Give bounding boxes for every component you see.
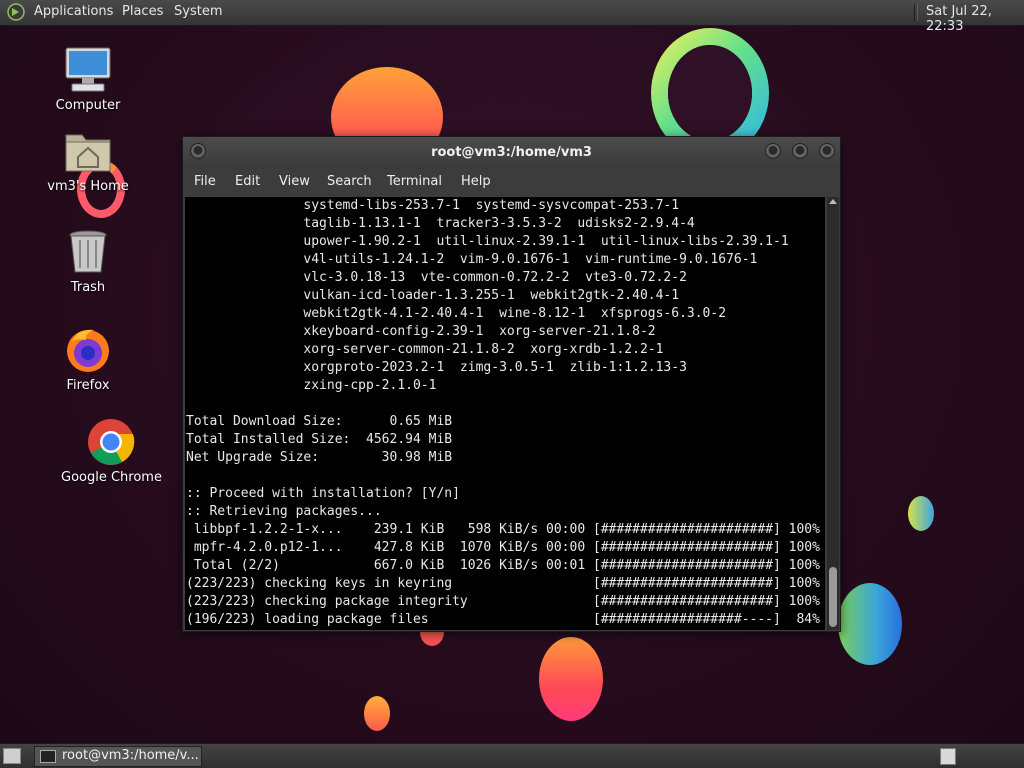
- terminal-line: xorgproto-2023.2-1 zimg-3.0.5-1 zlib-1:1…: [186, 360, 687, 375]
- terminal-menubar: File Edit View Search Terminal Help: [183, 169, 840, 197]
- terminal-icon: [40, 750, 56, 763]
- close-icon[interactable]: [819, 143, 835, 159]
- wallpaper-ring-hole: [668, 45, 752, 141]
- wallpaper-small-orange-blob: [364, 696, 390, 731]
- chrome-icon: [87, 418, 135, 466]
- terminal-line: taglib-1.13.1-1 tracker3-3.5.3-2 udisks2…: [186, 216, 695, 231]
- wallpaper-blue-blob: [838, 583, 902, 665]
- wallpaper-small-blue-blob: [908, 496, 934, 531]
- mate-logo-icon[interactable]: [7, 3, 25, 21]
- terminal-line: vlc-3.0.18-13 vte-common-0.72.2-2 vte3-0…: [186, 270, 687, 285]
- terminal-line: Net Upgrade Size: 30.98 MiB: [186, 450, 453, 465]
- menu-help[interactable]: Help: [461, 174, 491, 189]
- terminal-line: Total Installed Size: 4562.94 MiB: [186, 432, 453, 447]
- terminal-line: libbpf-1.2.2-1-x... 239.1 KiB 598 KiB/s …: [186, 522, 820, 537]
- places-menu[interactable]: Places: [122, 4, 163, 19]
- desktop-icon-label: Firefox: [66, 378, 110, 393]
- firefox-icon: [64, 326, 112, 374]
- terminal-scrollbar[interactable]: [827, 197, 839, 630]
- desktop-icon-home[interactable]: vm3's Home: [38, 127, 138, 194]
- terminal-line: Total Download Size: 0.65 MiB: [186, 414, 453, 429]
- terminal-line: xorg-server-common-21.1.8-2 xorg-xrdb-1.…: [186, 342, 664, 357]
- desktop-icon-chrome[interactable]: Google Chrome: [61, 418, 162, 485]
- terminal-line: (223/223) checking package integrity [##…: [186, 594, 820, 609]
- desktop-icon-computer[interactable]: Computer: [38, 46, 138, 113]
- desktop-icon-trash[interactable]: Trash: [38, 228, 138, 295]
- terminal-line: :: Retrieving packages...: [186, 504, 382, 519]
- terminal-line: systemd-libs-253.7-1 systemd-sysvcompat-…: [186, 198, 680, 213]
- scroll-up-arrow-icon[interactable]: [829, 199, 837, 204]
- menu-search[interactable]: Search: [327, 174, 372, 189]
- terminal-line: mpfr-4.2.0.p12-1... 427.8 KiB 1070 KiB/s…: [186, 540, 820, 555]
- terminal-titlebar[interactable]: root@vm3:/home/vm3: [183, 137, 840, 169]
- top-panel: Applications Places System Sat Jul 22, 2…: [0, 0, 1024, 34]
- menu-terminal[interactable]: Terminal: [387, 174, 442, 189]
- desktop-icon-label: vm3's Home: [47, 179, 129, 194]
- terminal-line: upower-1.90.2-1 util-linux-2.39.1-1 util…: [186, 234, 789, 249]
- terminal-line: :: Proceed with installation? [Y/n]: [186, 486, 460, 501]
- terminal-line: vulkan-icd-loader-1.3.255-1 webkit2gtk-2…: [186, 288, 680, 303]
- show-desktop-button[interactable]: [3, 748, 21, 764]
- menu-view[interactable]: View: [279, 174, 310, 189]
- terminal-line: (223/223) checking keys in keyring [####…: [186, 576, 820, 591]
- terminal-line: Total (2/2) 667.0 KiB 1026 KiB/s 00:01 […: [186, 558, 820, 573]
- terminal-title: root@vm3:/home/vm3: [431, 145, 592, 160]
- terminal-line: xkeyboard-config-2.39-1 xorg-server-21.1…: [186, 324, 656, 339]
- desktop-icon-label: Computer: [55, 98, 121, 113]
- terminal-line: webkit2gtk-4.1-2.40.4-1 wine-8.12-1 xfsp…: [186, 306, 727, 321]
- terminal-line: (196/223) loading package files [#######…: [186, 612, 820, 627]
- workspace-switcher[interactable]: [940, 748, 956, 765]
- terminal-line: v4l-utils-1.24.1-2 vim-9.0.1676-1 vim-ru…: [186, 252, 758, 267]
- taskbar-terminal-label: root@vm3:/home/v...: [62, 748, 199, 763]
- menu-file[interactable]: File: [194, 174, 216, 189]
- minimize-icon[interactable]: [765, 143, 781, 159]
- taskbar-terminal-button[interactable]: root@vm3:/home/v...: [34, 746, 202, 767]
- terminal-output[interactable]: systemd-libs-253.7-1 systemd-sysvcompat-…: [185, 197, 825, 630]
- terminal-text: systemd-libs-253.7-1 systemd-sysvcompat-…: [185, 197, 825, 629]
- terminal-line: zxing-cpp-2.1.0-1: [186, 378, 437, 393]
- trash-icon: [64, 228, 112, 276]
- wallpaper-bottom-blob: [539, 637, 603, 721]
- clock[interactable]: Sat Jul 22, 22:33: [926, 4, 1024, 34]
- terminal-window[interactable]: root@vm3:/home/vm3 File Edit View Search…: [182, 136, 841, 632]
- system-menu[interactable]: System: [174, 4, 222, 19]
- home-folder-icon: [64, 127, 112, 175]
- bottom-panel: root@vm3:/home/v...: [0, 743, 1024, 768]
- desktop-icon-label: Google Chrome: [61, 470, 162, 485]
- desktop-icon-firefox[interactable]: Firefox: [38, 326, 138, 393]
- scrollbar-thumb[interactable]: [829, 567, 837, 627]
- applications-menu[interactable]: Applications: [34, 4, 113, 19]
- panel-separator: [914, 4, 918, 21]
- maximize-icon[interactable]: [792, 143, 808, 159]
- computer-icon: [64, 46, 112, 94]
- menu-edit[interactable]: Edit: [235, 174, 260, 189]
- desktop-icon-label: Trash: [70, 280, 106, 295]
